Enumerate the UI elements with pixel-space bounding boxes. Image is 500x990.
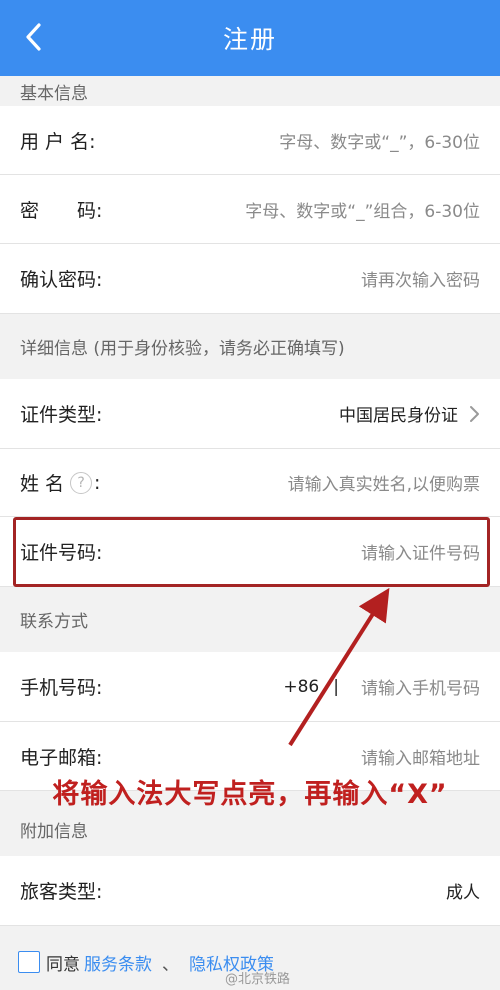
passenger-type-label: 旅客类型: [20, 881, 103, 903]
confirm-password-label: 确认密码: [20, 269, 103, 291]
chevron-right-icon [468, 404, 480, 424]
id-type-value: 中国居民身份证 [339, 406, 458, 426]
confirm-password-input[interactable]: 请再次输入密码 [361, 266, 480, 291]
app-header: 注册 [0, 0, 500, 76]
name-label-group: 姓 名 ? : [20, 469, 100, 496]
back-button[interactable] [12, 12, 54, 62]
country-code[interactable]: +86 [283, 677, 319, 697]
password-row[interactable]: 密 码: 字母、数字或“_”组合，6-30位 [0, 175, 500, 244]
name-input[interactable]: 请输入真实姓名,以便购票 [288, 470, 480, 495]
phone-label: 手机号码: [20, 677, 103, 699]
email-label: 电子邮箱: [20, 746, 103, 769]
phone-input[interactable]: 请输入手机号码 [361, 674, 480, 699]
agreement-separator: 、 [162, 954, 179, 975]
username-row[interactable]: 用 户 名: 字母、数字或“_”，6-30位 [0, 106, 500, 175]
name-row[interactable]: 姓 名 ? : 请输入真实姓名,以便购票 [0, 449, 500, 517]
username-input[interactable]: 字母、数字或“_”，6-30位 [279, 128, 480, 153]
section-detail-title: 详细信息 (用于身份核验，请务必正确填写) [0, 314, 500, 379]
confirm-password-row[interactable]: 确认密码: 请再次输入密码 [0, 244, 500, 314]
phone-row[interactable]: 手机号码: +86 | 请输入手机号码 [0, 652, 500, 722]
section-contact-title: 联系方式 [0, 587, 500, 652]
terms-link[interactable]: 服务条款 [84, 950, 152, 975]
section-basic-title: 基本信息 [0, 76, 500, 106]
watermark: @北京铁路 [225, 972, 291, 987]
passenger-type-row[interactable]: 旅客类型: 成人 [0, 856, 500, 926]
password-input[interactable]: 字母、数字或“_”组合，6-30位 [245, 197, 480, 222]
agree-checkbox[interactable] [18, 951, 40, 973]
agree-text: 同意 [46, 954, 80, 975]
annotation-text: 将输入法大写点亮，再输入“X” [52, 779, 448, 810]
password-label: 密 码: [20, 199, 103, 222]
passenger-type-value[interactable]: 成人 [446, 878, 480, 903]
id-type-row[interactable]: 证件类型: 中国居民身份证 [0, 379, 500, 449]
phone-divider: | [333, 676, 339, 697]
page-title: 注册 [222, 25, 277, 54]
name-label-colon: : [94, 471, 101, 494]
chevron-left-icon [26, 23, 41, 51]
id-type-select[interactable]: 中国居民身份证 [339, 401, 480, 426]
name-label: 姓 名 [20, 473, 65, 495]
email-input[interactable]: 请输入邮箱地址 [361, 744, 480, 769]
phone-field-group: +86 | 请输入手机号码 [283, 674, 480, 700]
id-number-highlight-box [13, 517, 490, 587]
username-label: 用 户 名: [20, 130, 96, 153]
help-icon[interactable]: ? [70, 471, 93, 494]
id-type-label: 证件类型: [20, 404, 103, 426]
